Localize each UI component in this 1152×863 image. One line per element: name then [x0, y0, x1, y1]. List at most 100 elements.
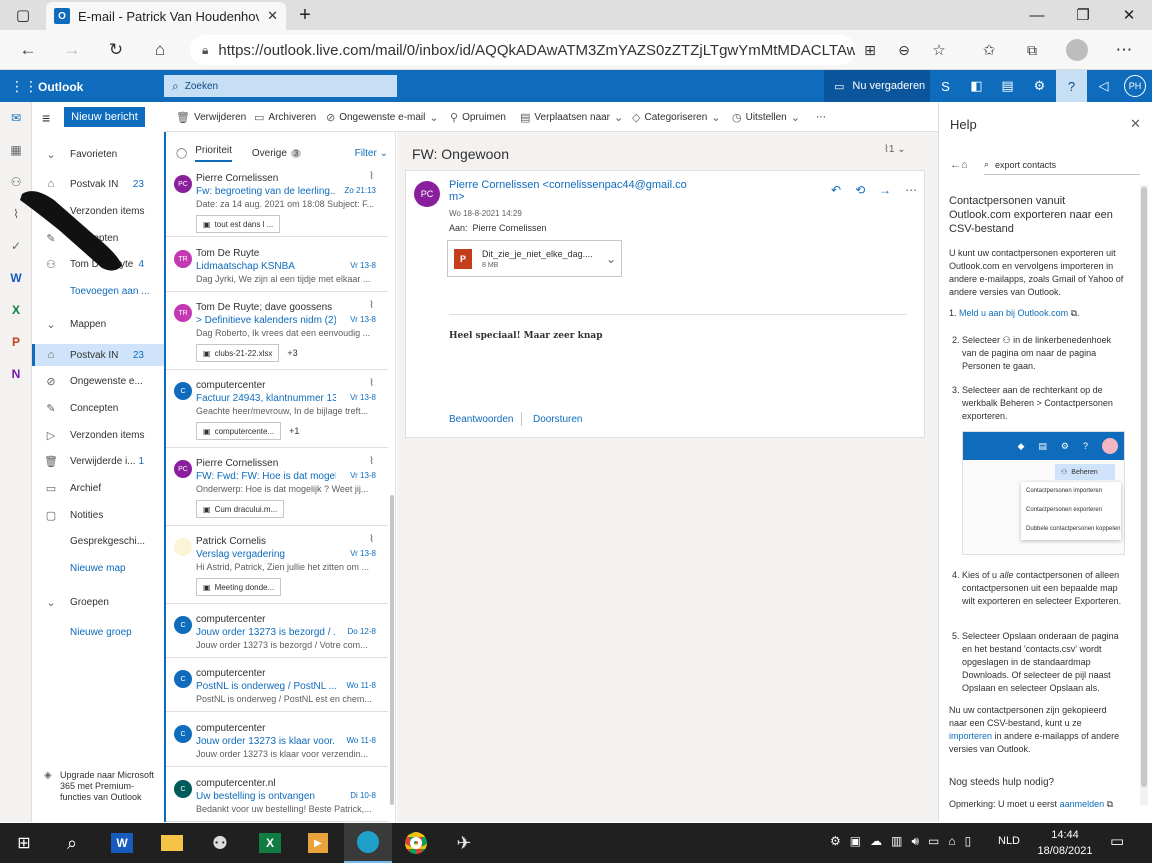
- list-item[interactable]: Ccomputercenter Jouw order 13273 is bezor…: [166, 606, 388, 658]
- address-bar[interactable]: 🔒︎ https://outlook.live.com/mail/0/inbox…: [190, 35, 855, 65]
- list-item[interactable]: PC ⌇ Pierre Cornelissen Fw: begroeting van …: [166, 165, 388, 237]
- sweep-button[interactable]: ⚲ Opruimen: [450, 110, 506, 124]
- attachment-chip[interactable]: ▣ Meeting donde...: [196, 578, 282, 596]
- usb-icon[interactable]: ⌂: [948, 834, 955, 849]
- attachment-chip[interactable]: ▣ computercente...: [196, 422, 282, 440]
- collections-icon[interactable]: ⧉: [1018, 38, 1046, 62]
- account-avatar[interactable]: PH: [1124, 75, 1146, 97]
- folder-conversation-history[interactable]: Gesprekgeschi...: [32, 530, 164, 552]
- list-scrollbar[interactable]: [390, 495, 394, 805]
- feedback-icon[interactable]: ◁: [1088, 70, 1119, 102]
- file-explorer-icon[interactable]: [148, 823, 196, 863]
- minimize-icon[interactable]: —: [1014, 0, 1060, 30]
- chrome-taskbar-icon[interactable]: [392, 823, 440, 863]
- reply-all-icon[interactable]: ⟲: [855, 183, 865, 197]
- zoom-icon[interactable]: ⊖: [890, 38, 918, 62]
- help-scrollbar[interactable]: [1140, 185, 1148, 805]
- skype-icon[interactable]: S: [930, 70, 961, 102]
- categorize-button[interactable]: ◇ Categoriseren ⌄: [632, 110, 721, 124]
- profile-avatar[interactable]: [1066, 39, 1088, 61]
- app2-taskbar-icon[interactable]: ✈: [440, 823, 488, 863]
- reply-link[interactable]: Beantwoorden: [449, 414, 514, 425]
- word-taskbar-icon[interactable]: W: [98, 823, 146, 863]
- tray-icon-2[interactable]: ▣: [850, 834, 861, 849]
- my-day-icon[interactable]: ▤: [992, 70, 1023, 102]
- filter-button[interactable]: Filter ⌄: [355, 148, 388, 159]
- list-item[interactable]: TR Tom De Ruyte Lidmaatschap KSNBA Vr 13-8 D…: [166, 240, 388, 292]
- folder-drafts[interactable]: ✎ Concepten: [32, 397, 164, 419]
- move-to-button[interactable]: ▤ Verplaatsen naar ⌄: [520, 110, 623, 124]
- sender-address[interactable]: Pierre Cornelissen <cornelissenpac44@gma…: [449, 179, 687, 203]
- groups-header[interactable]: ⌄ Groepen: [32, 591, 164, 613]
- help-back-icon[interactable]: ←⌂: [950, 159, 968, 171]
- delete-button[interactable]: 🗑︎ Verwijderen: [176, 110, 246, 124]
- search-input[interactable]: ⌕ Zoeken: [164, 75, 397, 97]
- add-favorite-link[interactable]: Toevoegen aan ...: [32, 280, 164, 302]
- powerpoint-icon[interactable]: P: [0, 330, 32, 354]
- hamburger-icon[interactable]: ≡: [42, 110, 50, 126]
- add-favorite-icon[interactable]: ☆: [925, 38, 953, 62]
- browser-tab[interactable]: O E-mail - Patrick Van Houdenhove ✕: [46, 2, 286, 30]
- network-icon[interactable]: ▭: [928, 834, 939, 849]
- tray-icon-4[interactable]: ▥: [891, 834, 902, 849]
- maximize-icon[interactable]: ❐: [1060, 0, 1106, 30]
- onenote-icon[interactable]: N: [0, 362, 32, 386]
- app-launcher-icon[interactable]: ⋮⋮: [10, 78, 38, 95]
- folders-header[interactable]: ⌄ Mappen: [32, 313, 164, 335]
- help-search-input[interactable]: ⌕ export contacts: [984, 155, 1140, 175]
- more-icon[interactable]: ⋯: [905, 183, 917, 197]
- folder-inbox[interactable]: ⌂ Postvak IN 23: [32, 344, 164, 366]
- favorites-header[interactable]: ⌄ Favorieten: [32, 143, 164, 165]
- attachment-chip[interactable]: ▣ Cum dracului.m...: [196, 500, 285, 518]
- notifications-icon[interactable]: ▭: [1110, 832, 1124, 850]
- attachment-chip[interactable]: ▣ tout est dans l ...: [196, 215, 281, 233]
- windows-start-icon[interactable]: ⊞: [0, 823, 48, 863]
- battery-icon[interactable]: ▯: [965, 834, 972, 849]
- tab-focused[interactable]: Prioriteit: [195, 145, 232, 162]
- close-tab-icon[interactable]: ✕: [267, 8, 278, 24]
- folder-deleted[interactable]: 🗑︎ Verwijderde i... 1: [32, 450, 164, 472]
- app-available-icon[interactable]: ⊞: [856, 38, 884, 62]
- select-all-icon[interactable]: ◯: [176, 148, 187, 159]
- attachment-chip[interactable]: ▣ clubs-21-22.xlsx: [196, 344, 280, 362]
- new-tab-icon[interactable]: +: [282, 0, 328, 30]
- edge-taskbar-icon[interactable]: [344, 823, 392, 863]
- settings-menu-icon[interactable]: ⋯: [1110, 38, 1138, 62]
- new-group-link[interactable]: Nieuwe groep: [32, 621, 164, 643]
- junk-button[interactable]: ⊘ Ongewenste e-mail ⌄: [326, 110, 439, 124]
- help-icon[interactable]: ?: [1056, 70, 1087, 102]
- tab-actions-icon[interactable]: ▢: [0, 0, 46, 30]
- reply-icon[interactable]: ↶: [831, 183, 841, 197]
- folder-notes[interactable]: ▢ Notities: [32, 504, 164, 526]
- snooze-button[interactable]: ◷ Uitstellen ⌄: [732, 110, 800, 124]
- excel-icon[interactable]: X: [0, 298, 32, 322]
- chevron-down-icon[interactable]: ⌄: [601, 252, 621, 266]
- close-help-icon[interactable]: ✕: [1130, 116, 1141, 132]
- attachment-card[interactable]: P Dit_zie_je_niet_elke_dag.... 8 MB ⌄: [447, 240, 622, 277]
- back-icon[interactable]: ←: [14, 38, 42, 62]
- forward-icon[interactable]: →: [879, 183, 891, 197]
- new-message-button[interactable]: Nieuw bericht: [64, 107, 145, 127]
- list-item[interactable]: PC ⌇ Pierre Cornelissen FW: Fwd: FW: Hoe is…: [166, 450, 388, 526]
- list-item[interactable]: Ccomputercenter Jouw order 13273 is klaar…: [166, 715, 388, 767]
- folder-sent[interactable]: ▷ Verzonden items: [32, 424, 164, 446]
- attachment-count[interactable]: ⌇1 ⌄: [884, 144, 906, 155]
- app-taskbar-icon[interactable]: ⚉: [196, 823, 244, 863]
- list-item[interactable]: Ccomputercenter PostNL is onderweg / Post…: [166, 660, 388, 712]
- volume-icon[interactable]: 🔊︎: [911, 834, 919, 849]
- close-window-icon[interactable]: ✕: [1106, 0, 1152, 30]
- clock[interactable]: 14:44 18/08/2021: [1034, 827, 1096, 859]
- archive-button[interactable]: ▭ Archiveren: [254, 110, 316, 124]
- list-item[interactable]: TR ⌇ Tom De Ruyte; dave goossens > Definiti…: [166, 294, 388, 370]
- folder-archive[interactable]: ▭ Archief: [32, 477, 164, 499]
- office-icon[interactable]: ◧: [961, 70, 992, 102]
- app-name[interactable]: Outlook: [38, 80, 83, 94]
- new-folder-link[interactable]: Nieuwe map: [32, 557, 164, 579]
- list-item[interactable]: ⌇ Patrick Cornelis Verslag vergadering Vr 1…: [166, 528, 388, 604]
- favorites-icon[interactable]: ✩: [975, 38, 1003, 62]
- tray-icon-1[interactable]: ⚙: [830, 834, 841, 849]
- refresh-icon[interactable]: ↻: [102, 38, 130, 62]
- folder-junk[interactable]: ⊘ Ongewenste e...: [32, 370, 164, 392]
- search-icon[interactable]: ⌕: [48, 823, 96, 863]
- mail-icon[interactable]: ✉: [0, 106, 32, 130]
